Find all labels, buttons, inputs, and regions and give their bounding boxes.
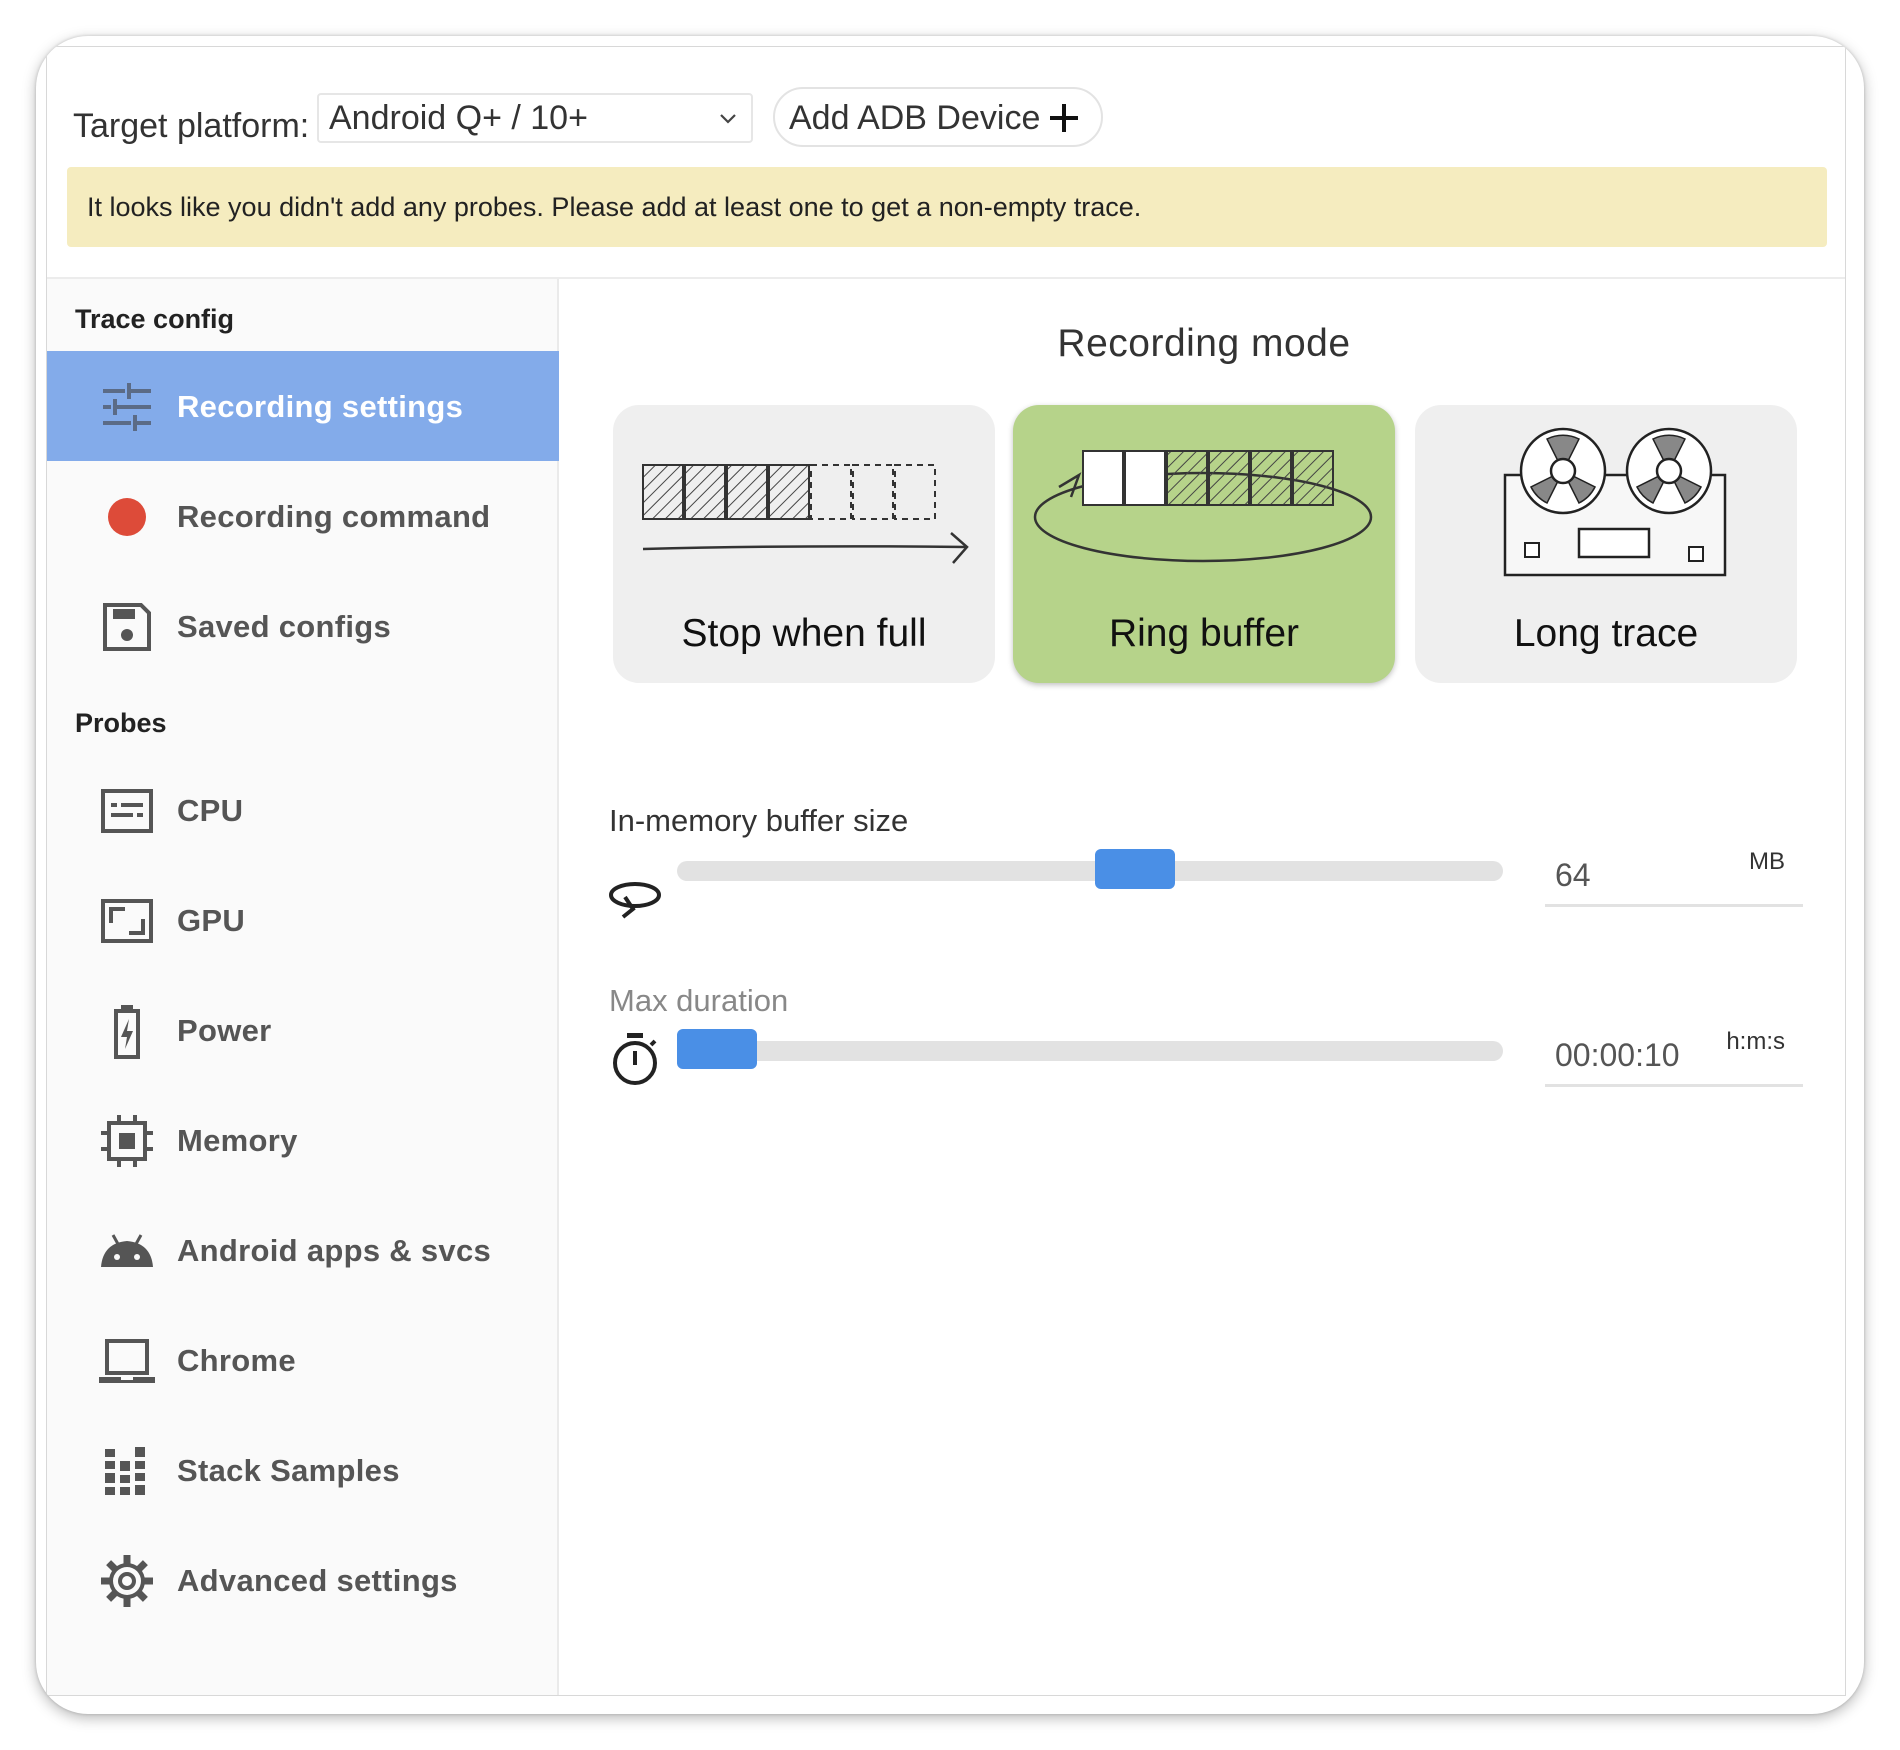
gear-icon	[101, 1555, 153, 1607]
tape-reel-illustration	[1503, 427, 1727, 577]
chevron-down-icon	[720, 114, 736, 124]
loop-arrow-icon	[609, 882, 661, 919]
max-duration-value: 00:00:10	[1555, 1037, 1680, 1073]
mode-ring-buffer[interactable]: Ring buffer	[1013, 405, 1395, 683]
sidebar-item-gpu[interactable]: GPU	[47, 865, 559, 975]
cpu-icon	[101, 789, 153, 833]
sidebar-item-recording-command[interactable]: Recording command	[47, 461, 559, 571]
sidebar-item-label: Recording settings	[177, 389, 464, 424]
sidebar-item-advanced-settings[interactable]: Advanced settings	[47, 1525, 559, 1635]
sidebar-item-label: Android apps & svcs	[177, 1233, 492, 1268]
probes-heading: Probes	[75, 708, 167, 738]
recording-settings-panel: Recording mode Stop when full Ring buffe…	[561, 279, 1845, 1695]
laptop-icon	[99, 1339, 155, 1383]
stack-samples-icon	[105, 1447, 145, 1495]
max-duration-input[interactable]: 00:00:10 h:m:s	[1545, 1019, 1803, 1087]
buffer-size-slider[interactable]	[677, 849, 1503, 889]
battery-icon	[114, 1005, 140, 1059]
buffer-size-value: 64	[1555, 857, 1591, 893]
trace-config-heading: Trace config	[75, 304, 235, 334]
sidebar-item-label: Power	[177, 1013, 272, 1048]
sidebar-item-label: Advanced settings	[177, 1563, 458, 1598]
sidebar-item-memory[interactable]: Memory	[47, 1085, 559, 1195]
app-frame: Target platform: Android Q+ / 10+ Add AD…	[46, 46, 1846, 1696]
sidebar-item-label: CPU	[177, 793, 244, 828]
no-probes-warning: It looks like you didn't add any probes.…	[67, 167, 1827, 247]
plus-icon	[1050, 104, 1078, 132]
recording-mode-title: Recording mode	[1057, 322, 1351, 365]
sidebar-item-android-apps[interactable]: Android apps & svcs	[47, 1195, 559, 1305]
sidebar-item-recording-settings[interactable]: Recording settings	[47, 351, 559, 461]
android-icon	[101, 1234, 153, 1267]
buffer-size-label: In-memory buffer size	[609, 803, 909, 838]
buffer-size-slider-thumb[interactable]	[1095, 849, 1175, 889]
gpu-icon	[101, 899, 153, 943]
target-platform-value: Android Q+ / 10+	[329, 99, 588, 137]
buffer-size-unit: MB	[1749, 848, 1785, 875]
mode-label: Stop when full	[681, 612, 927, 655]
sidebar-item-cpu[interactable]: CPU	[47, 755, 559, 865]
mode-label: Ring buffer	[1108, 612, 1300, 655]
max-duration-slider[interactable]	[677, 1029, 1503, 1069]
sidebar-item-label: Stack Samples	[177, 1453, 400, 1488]
record-dot-icon	[108, 498, 146, 536]
save-icon	[103, 603, 151, 651]
target-platform-label: Target platform:	[73, 107, 310, 145]
sidebar-item-label: GPU	[177, 903, 246, 938]
sidebar-item-power[interactable]: Power	[47, 975, 559, 1085]
target-platform-select[interactable]: Android Q+ / 10+	[317, 93, 753, 143]
sidebar: Trace config Recording settings Recordin…	[47, 279, 559, 1695]
sidebar-item-label: Saved configs	[177, 609, 392, 644]
add-adb-device-button[interactable]: Add ADB Device	[773, 87, 1103, 147]
add-adb-device-label: Add ADB Device	[789, 99, 1041, 137]
ring-buffer-illustration	[1033, 450, 1373, 563]
memory-chip-icon	[101, 1115, 153, 1167]
sidebar-item-label: Recording command	[177, 499, 491, 534]
sidebar-item-saved-configs[interactable]: Saved configs	[47, 571, 559, 681]
sliders-icon	[103, 383, 151, 431]
sidebar-item-label: Memory	[177, 1123, 298, 1158]
mode-label: Long trace	[1513, 612, 1699, 655]
sidebar-item-chrome[interactable]: Chrome	[47, 1305, 559, 1415]
sidebar-item-label: Chrome	[177, 1343, 296, 1378]
stopwatch-icon	[613, 1033, 657, 1085]
mode-stop-when-full[interactable]: Stop when full	[613, 405, 995, 683]
stop-when-full-illustration	[642, 464, 969, 564]
sidebar-item-stack-samples[interactable]: Stack Samples	[47, 1415, 559, 1525]
top-bar: Target platform: Android Q+ / 10+ Add AD…	[47, 47, 1845, 279]
mode-long-trace[interactable]: Long trace	[1415, 405, 1797, 683]
max-duration-slider-thumb[interactable]	[677, 1029, 757, 1069]
buffer-size-input[interactable]: 64 MB	[1545, 839, 1803, 907]
app-window: Target platform: Android Q+ / 10+ Add AD…	[36, 36, 1864, 1714]
max-duration-label: Max duration	[609, 983, 789, 1018]
max-duration-unit: h:m:s	[1726, 1028, 1785, 1055]
warning-text: It looks like you didn't add any probes.…	[87, 192, 1142, 222]
